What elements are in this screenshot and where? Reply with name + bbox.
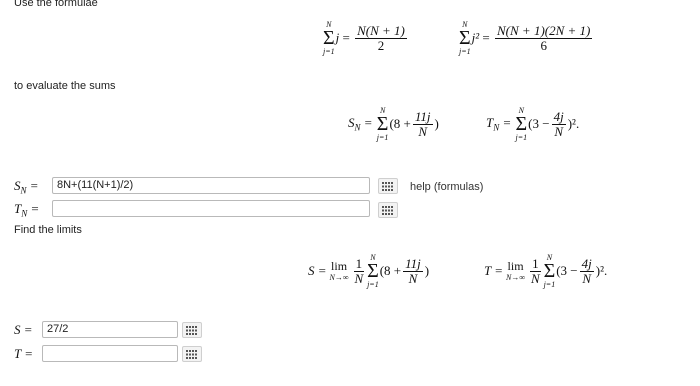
tn-input-label: TN = bbox=[14, 201, 40, 219]
sum-sigma-s: N Σ j=1 bbox=[367, 253, 379, 289]
matrix-palette-icon[interactable] bbox=[182, 346, 202, 362]
limit-operator-t: lim N→∞ bbox=[506, 259, 526, 283]
s-input-label: S = bbox=[14, 322, 33, 337]
tn-answer-input[interactable] bbox=[52, 200, 370, 217]
sn-fraction: 11j N bbox=[412, 108, 433, 139]
t-limit-label: T = bbox=[484, 263, 504, 278]
matrix-palette-icon[interactable] bbox=[378, 202, 398, 218]
sn-expression: SN = N Σ j=1 (8 + 11j N ) bbox=[348, 106, 439, 142]
fraction-1: N(N + 1) 2 bbox=[355, 22, 407, 53]
t-input-label: T = bbox=[14, 346, 34, 361]
t-limit-expression: T = lim N→∞ 1 N N Σ j=1 (3 − 4j N )². bbox=[484, 253, 608, 289]
sum-sigma-tn: N Σ j=1 bbox=[515, 106, 528, 142]
one-over-n-s: 1 N bbox=[353, 255, 365, 286]
s-limit-fraction: 11j N bbox=[403, 255, 423, 286]
sum-sigma-2: N Σ j=1 bbox=[459, 20, 471, 56]
evaluate-text: to evaluate the sums bbox=[14, 80, 116, 92]
s-limit-expression: S = lim N→∞ 1 N N Σ j=1 (8 + 11j N ) bbox=[308, 253, 430, 289]
formula-sum-j: N Σ j=1 j = N(N + 1) 2 bbox=[323, 20, 407, 56]
matrix-palette-icon[interactable] bbox=[378, 178, 398, 194]
intro-text: Use the formulae bbox=[14, 0, 98, 9]
sum-sigma-t: N Σ j=1 bbox=[543, 253, 556, 289]
fraction-2: N(N + 1)(2N + 1) 6 bbox=[495, 22, 593, 53]
help-formulas-link[interactable]: help (formulas) bbox=[410, 181, 483, 193]
t-limit-fraction: 4j N bbox=[579, 255, 594, 286]
sn-input-label: SN = bbox=[14, 178, 39, 196]
s-limit-label: S = bbox=[308, 263, 327, 278]
formula-sum-j-squared: N Σ j=1 j² = N(N + 1)(2N + 1) 6 bbox=[459, 20, 593, 56]
s-answer-input[interactable]: 27/2 bbox=[42, 321, 178, 338]
sn-expression-label: SN = bbox=[348, 115, 373, 133]
sn-answer-input[interactable]: 8N+(11(N+1)/2) bbox=[52, 177, 370, 194]
find-limits-text: Find the limits bbox=[14, 224, 82, 236]
sum-sigma-1: N Σ j=1 bbox=[323, 20, 335, 56]
tn-expression: TN = N Σ j=1 (3 − 4j N )². bbox=[486, 106, 580, 142]
matrix-palette-icon[interactable] bbox=[182, 322, 202, 338]
tn-fraction: 4j N bbox=[551, 108, 566, 139]
t-answer-input[interactable] bbox=[42, 345, 178, 362]
one-over-n-t: 1 N bbox=[530, 255, 541, 286]
tn-expression-label: TN = bbox=[486, 115, 512, 133]
limit-operator-s: lim N→∞ bbox=[329, 259, 349, 283]
sum-sigma-sn: N Σ j=1 bbox=[376, 106, 389, 142]
